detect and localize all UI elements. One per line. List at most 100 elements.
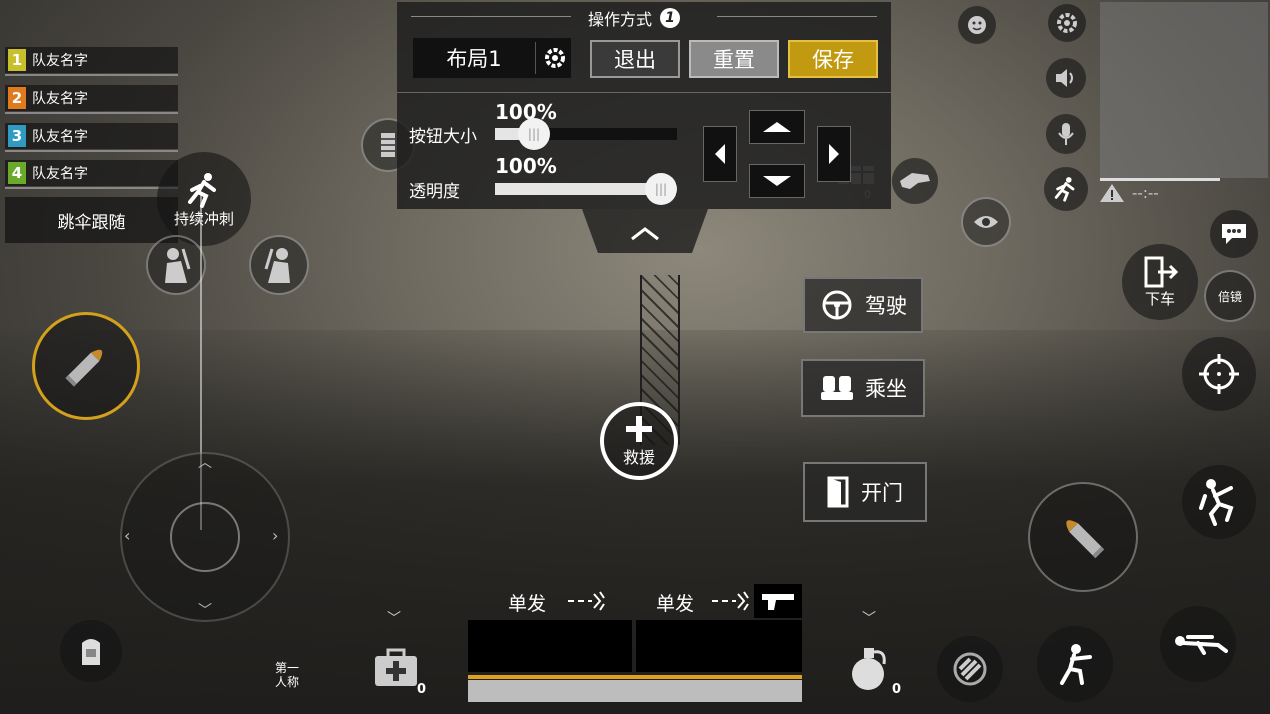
teammate-name: 队友名字 (32, 166, 88, 182)
movement-joystick[interactable]: ︿ ﹀ ‹ › (120, 452, 290, 622)
lean-left-button[interactable] (146, 235, 206, 295)
speaker-button[interactable] (1046, 58, 1086, 98)
button-size-knob[interactable]: ||| (518, 118, 550, 150)
teammate-number: 1 (8, 49, 26, 71)
gear-icon (1057, 13, 1077, 33)
running-icon (1054, 177, 1075, 202)
reset-button[interactable]: 重置 (689, 40, 779, 78)
teammate-number: 4 (8, 162, 26, 184)
backpack-button[interactable] (60, 620, 122, 682)
opacity-knob[interactable]: ||| (645, 173, 677, 205)
joystick-down-arrow: ﹀ (198, 603, 212, 619)
parachute-follow-button[interactable]: 跳伞跟随 (5, 197, 178, 243)
fire-mode-label: 单发 (656, 593, 695, 615)
microphone-button[interactable] (1046, 114, 1086, 154)
jump-button[interactable] (1182, 465, 1256, 539)
fire-mode-label: 单发 (508, 593, 547, 615)
throwable-slot[interactable]: ﹀ 0 (842, 606, 906, 704)
ammo-progress-accent (468, 675, 802, 679)
lean-right-icon (264, 248, 290, 283)
arrow-left-icon (715, 144, 725, 164)
exit-vehicle-button[interactable]: 下车 (1122, 244, 1198, 320)
speaker-icon (1056, 69, 1073, 87)
door-icon (827, 476, 849, 508)
prone-button[interactable] (1160, 606, 1236, 682)
layout-name: 布局1 (446, 47, 502, 71)
first-person-toggle[interactable]: 第一 人称 (262, 652, 312, 698)
teammate-health-bar (5, 150, 178, 152)
button-size-slider[interactable]: ||| (495, 118, 677, 150)
pistol-slot[interactable] (754, 584, 802, 618)
joystick-thumb[interactable] (170, 502, 240, 572)
teammate-row-3: 3 队友名字 (5, 123, 178, 152)
chat-button[interactable] (1210, 210, 1258, 258)
chevron-down-icon: ﹀ (862, 611, 876, 627)
teammate-health-bar (5, 112, 178, 114)
ride-button[interactable]: 乘坐 (801, 359, 925, 417)
teammate-row-1: 1 队友名字 (5, 47, 178, 76)
grenade-count: 0 (892, 682, 902, 697)
running-icon (188, 172, 216, 208)
secondary-weapon-slot[interactable] (636, 620, 802, 672)
move-left-button[interactable] (703, 126, 737, 182)
exit-button[interactable]: 退出 (590, 40, 680, 78)
joystick-up-arrow: ︿ (198, 455, 212, 471)
warning-timer: --:-- (1098, 182, 1159, 204)
fire-button-right[interactable] (1028, 482, 1138, 592)
auto-run-button[interactable] (1044, 167, 1088, 211)
pickup-button[interactable] (892, 158, 938, 204)
medkit-icon (375, 648, 417, 686)
open-door-label: 开门 (861, 481, 903, 505)
emote-button[interactable] (958, 6, 996, 44)
rescue-button[interactable]: 救援 (600, 402, 678, 480)
opacity-value: 100% (495, 154, 557, 178)
bullet-icon (1066, 520, 1105, 559)
lean-left-icon (165, 248, 191, 283)
teammate-row-4: 4 队友名字 (5, 160, 178, 189)
opacity-fill (495, 183, 661, 195)
scope-button[interactable]: 倍镜 (1204, 270, 1256, 322)
prone-icon (1175, 635, 1228, 655)
opacity-slider[interactable]: ||| (495, 173, 677, 205)
arrow-right-icon (829, 144, 839, 164)
microphone-icon (1058, 123, 1074, 145)
auto-sprint-button[interactable]: 持续冲刺 (157, 152, 251, 246)
teammate-health-bar (5, 187, 178, 189)
teammate-number: 2 (8, 87, 26, 109)
teammate-name: 队友名字 (32, 129, 88, 145)
layout-selector[interactable]: 布局1 (413, 38, 571, 78)
drive-button[interactable]: 驾驶 (803, 277, 923, 333)
save-button[interactable]: 保存 (788, 40, 878, 78)
peek-button[interactable] (961, 197, 1011, 247)
settings-button[interactable] (1048, 4, 1086, 42)
reload-button[interactable] (937, 636, 1003, 702)
backpack-icon (82, 639, 100, 665)
primary-weapon-slot[interactable] (468, 620, 632, 672)
medkit-slot[interactable]: ﹀ 0 (365, 606, 429, 704)
move-down-button[interactable] (749, 164, 805, 198)
reload-icon (953, 652, 987, 686)
title-divider (717, 16, 877, 17)
eye-icon (974, 216, 998, 228)
joystick-right-arrow: › (272, 526, 279, 545)
exit-vehicle-label: 下车 (1144, 289, 1175, 308)
warning-icon (1100, 184, 1124, 202)
collapse-panel-tab[interactable] (582, 209, 708, 253)
health-bar (468, 680, 802, 702)
help-badge[interactable]: 1 (660, 8, 681, 28)
minimap[interactable] (1100, 2, 1268, 178)
fire-button-left[interactable] (32, 312, 140, 420)
move-right-button[interactable] (817, 126, 851, 182)
single-shot-icon (712, 591, 749, 611)
pistol-icon (762, 594, 794, 610)
rescue-label: 救援 (622, 448, 655, 467)
lean-right-button[interactable] (249, 235, 309, 295)
steering-wheel-icon (822, 290, 852, 320)
aim-button[interactable] (1182, 337, 1256, 411)
open-door-button[interactable]: 开门 (803, 462, 927, 522)
crouch-button[interactable] (1037, 626, 1113, 702)
panel-divider (397, 92, 891, 93)
move-up-button[interactable] (749, 110, 805, 144)
gear-icon[interactable] (542, 45, 568, 71)
arrow-down-icon (763, 176, 791, 186)
